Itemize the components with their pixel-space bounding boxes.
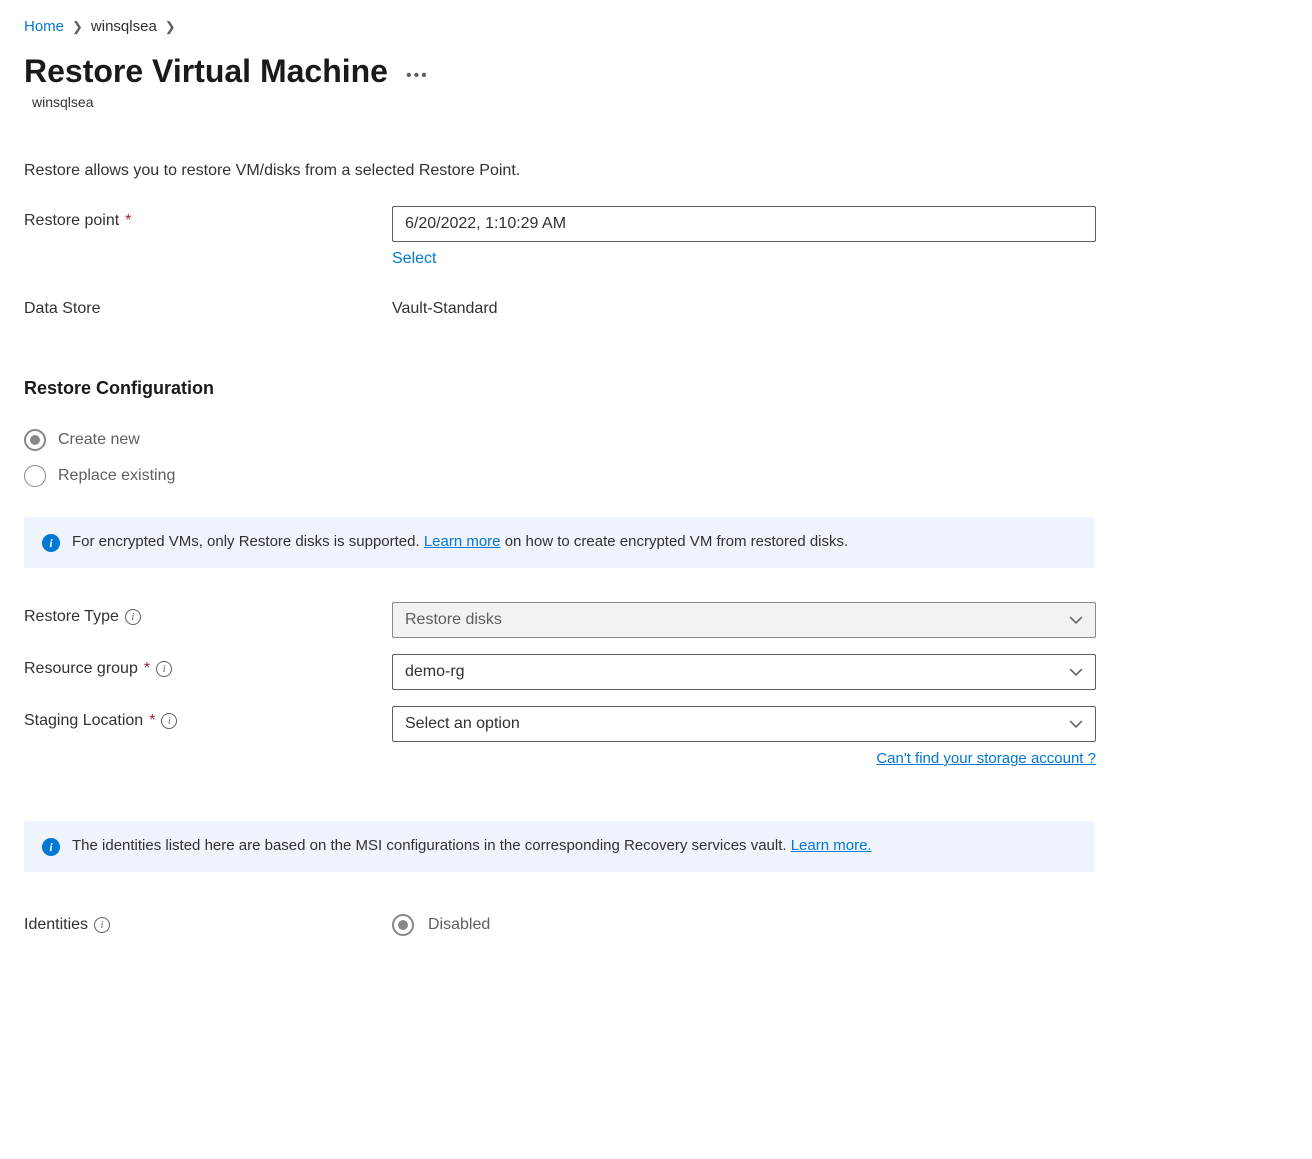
resource-group-dropdown[interactable]: demo-rg — [392, 654, 1096, 690]
chevron-down-icon — [1069, 665, 1083, 679]
chevron-right-icon: ❯ — [165, 19, 176, 35]
page-description: Restore allows you to restore VM/disks f… — [24, 162, 1288, 180]
radio-create-new-label: Create new — [58, 431, 140, 449]
restore-point-label-text: Restore point — [24, 212, 119, 230]
info-icon[interactable]: i — [161, 713, 177, 729]
data-store-value: Vault-Standard — [392, 294, 1096, 318]
info-text-before: For encrypted VMs, only Restore disks is… — [72, 533, 424, 550]
chevron-down-icon — [1069, 717, 1083, 731]
staging-location-label: Staging Location * i — [24, 706, 392, 730]
radio-create-new[interactable]: Create new — [24, 429, 1288, 451]
staging-location-row: Staging Location * i Select an option Ca… — [24, 706, 1288, 767]
info-icon[interactable]: i — [94, 917, 110, 933]
info-banner-identities: i The identities listed here are based o… — [24, 821, 1094, 872]
info-text-before: The identities listed here are based on … — [72, 837, 791, 854]
identities-label: Identities i — [24, 916, 392, 934]
info-icon[interactable]: i — [125, 609, 141, 625]
breadcrumb-home-link[interactable]: Home — [24, 18, 64, 35]
required-indicator: * — [149, 712, 155, 730]
info-banner-text: The identities listed here are based on … — [72, 837, 872, 854]
staging-location-label-text: Staging Location — [24, 712, 143, 730]
info-icon: i — [42, 838, 60, 856]
required-indicator: * — [144, 660, 150, 678]
more-actions-button[interactable]: ••• — [406, 59, 429, 85]
restore-type-label-text: Restore Type — [24, 608, 119, 626]
restore-point-select-link[interactable]: Select — [392, 250, 436, 268]
resource-group-label: Resource group * i — [24, 654, 392, 678]
chevron-down-icon — [1069, 613, 1083, 627]
info-banner-text: For encrypted VMs, only Restore disks is… — [72, 533, 848, 550]
page-title: Restore Virtual Machine — [24, 53, 388, 90]
page-header: Restore Virtual Machine ••• — [24, 53, 1288, 90]
restore-point-row: Restore point * Select — [24, 206, 1288, 268]
resource-group-value: demo-rg — [405, 663, 465, 681]
restore-type-value: Restore disks — [405, 611, 502, 629]
radio-replace-existing-label: Replace existing — [58, 467, 175, 485]
staging-location-placeholder: Select an option — [405, 715, 520, 733]
restore-point-input[interactable] — [392, 206, 1096, 242]
page-subtitle: winsqlsea — [32, 94, 1288, 110]
info-banner-encrypted: i For encrypted VMs, only Restore disks … — [24, 517, 1094, 568]
learn-more-link[interactable]: Learn more. — [791, 837, 872, 854]
radio-icon — [24, 465, 46, 487]
radio-replace-existing[interactable]: Replace existing — [24, 465, 1288, 487]
required-indicator: * — [125, 212, 131, 230]
restore-type-dropdown: Restore disks — [392, 602, 1096, 638]
breadcrumb-item[interactable]: winsqlsea — [91, 18, 157, 35]
learn-more-link[interactable]: Learn more — [424, 533, 501, 550]
identities-label-text: Identities — [24, 916, 88, 934]
data-store-row: Data Store Vault-Standard — [24, 294, 1288, 318]
identities-value: Disabled — [428, 916, 490, 934]
info-text-after: on how to create encrypted VM from resto… — [501, 533, 849, 550]
resource-group-label-text: Resource group — [24, 660, 138, 678]
restore-point-label: Restore point * — [24, 206, 392, 230]
chevron-right-icon: ❯ — [72, 19, 83, 35]
breadcrumb: Home ❯ winsqlsea ❯ — [24, 18, 1288, 35]
info-icon: i — [42, 534, 60, 552]
radio-icon — [392, 914, 414, 936]
storage-account-help-link[interactable]: Can't find your storage account ? — [876, 750, 1096, 767]
restore-config-radio-group: Create new Replace existing — [24, 429, 1288, 487]
resource-group-row: Resource group * i demo-rg — [24, 654, 1288, 690]
restore-config-heading: Restore Configuration — [24, 378, 1288, 399]
restore-type-label: Restore Type i — [24, 602, 392, 626]
data-store-label: Data Store — [24, 294, 392, 318]
staging-location-dropdown[interactable]: Select an option — [392, 706, 1096, 742]
restore-type-row: Restore Type i Restore disks — [24, 602, 1288, 638]
info-icon[interactable]: i — [156, 661, 172, 677]
radio-icon — [24, 429, 46, 451]
identities-row: Identities i Disabled — [24, 914, 1288, 936]
